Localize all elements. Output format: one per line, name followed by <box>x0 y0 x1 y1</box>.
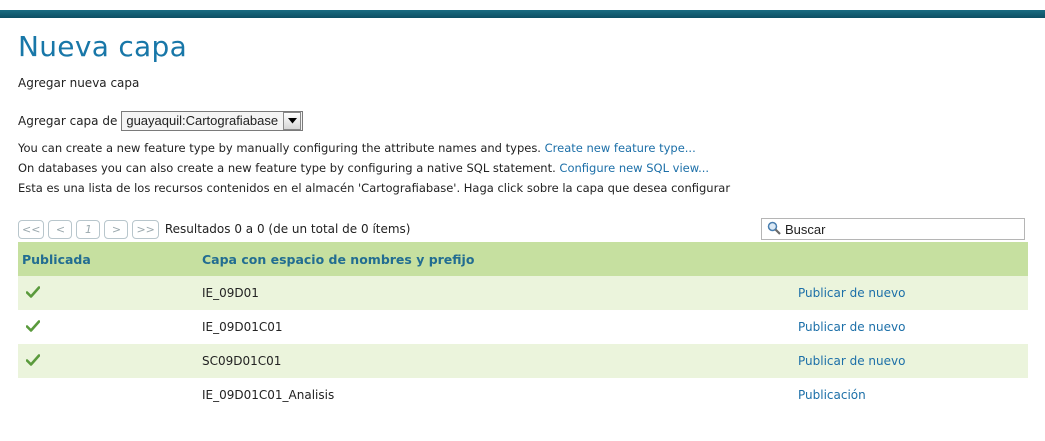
configure-sql-view-link[interactable]: Configure new SQL view... <box>559 161 709 175</box>
store-select-value: guayaquil:Cartografiabase <box>126 113 279 128</box>
info-line-resources: Esta es una lista de los recursos conten… <box>18 181 731 195</box>
prev-page-button[interactable]: < <box>48 219 73 239</box>
results-count: Resultados 0 a 0 (de un total de 0 ítems… <box>164 222 411 236</box>
table-row: IE_09D01C01 Publicar de nuevo <box>18 310 1028 344</box>
header-layer-name[interactable]: Capa con espacio de nombres y prefijo <box>201 242 798 276</box>
search-box[interactable] <box>761 218 1025 240</box>
last-page-button[interactable]: >> <box>132 219 159 239</box>
layer-name: IE_09D01C01_Analisis <box>202 388 335 402</box>
main-content: Nueva capa Agregar nueva capa Agregar ca… <box>18 30 1028 198</box>
republish-link[interactable]: Publicar de nuevo <box>798 286 905 300</box>
check-icon <box>25 353 41 369</box>
magnifier-icon <box>762 220 785 239</box>
republish-link[interactable]: Publicar de nuevo <box>798 354 905 368</box>
publish-link[interactable]: Publicación <box>798 388 866 402</box>
page-title: Nueva capa <box>18 30 188 63</box>
table-row: IE_09D01C01_Analisis Publicación <box>18 378 1028 412</box>
create-feature-type-link[interactable]: Create new feature type... <box>545 141 696 155</box>
republish-link[interactable]: Publicar de nuevo <box>798 320 905 334</box>
check-icon <box>25 319 41 335</box>
page-subtitle: Agregar nueva capa <box>18 76 140 90</box>
top-banner <box>0 0 1045 18</box>
add-layer-label: Agregar capa de <box>18 114 118 128</box>
layer-name: SC09D01C01 <box>202 354 282 368</box>
header-published[interactable]: Publicada <box>18 242 201 276</box>
pagination: << < 1 > >> Resultados 0 a 0 (de un tota… <box>18 218 410 240</box>
first-page-button[interactable]: << <box>18 219 45 239</box>
header-action <box>798 242 1028 276</box>
info-text-1: You can create a new feature type by man… <box>18 141 541 155</box>
layers-table: Publicada Capa con espacio de nombres y … <box>18 242 1028 412</box>
next-page-button[interactable]: > <box>104 219 129 239</box>
store-select[interactable]: guayaquil:Cartografiabase <box>121 111 304 131</box>
dropdown-arrow-icon[interactable] <box>283 112 302 130</box>
search-input[interactable] <box>785 221 1005 237</box>
table-row: IE_09D01 Publicar de nuevo <box>18 276 1028 310</box>
page-number-button[interactable]: 1 <box>76 219 101 239</box>
add-layer-row: Agregar capa de guayaquil:Cartografiabas… <box>18 110 1028 132</box>
layer-name: IE_09D01C01 <box>202 320 283 334</box>
check-icon <box>25 285 41 301</box>
unpublished-cell <box>18 378 201 412</box>
layer-name: IE_09D01 <box>202 286 259 300</box>
info-line-feature-type: You can create a new feature type by man… <box>18 138 1028 158</box>
table-header-row: Publicada Capa con espacio de nombres y … <box>18 242 1028 276</box>
table-row: SC09D01C01 Publicar de nuevo <box>18 344 1028 378</box>
info-text-2: On databases you can also create a new f… <box>18 161 556 175</box>
info-line-sql-view: On databases you can also create a new f… <box>18 158 1028 178</box>
